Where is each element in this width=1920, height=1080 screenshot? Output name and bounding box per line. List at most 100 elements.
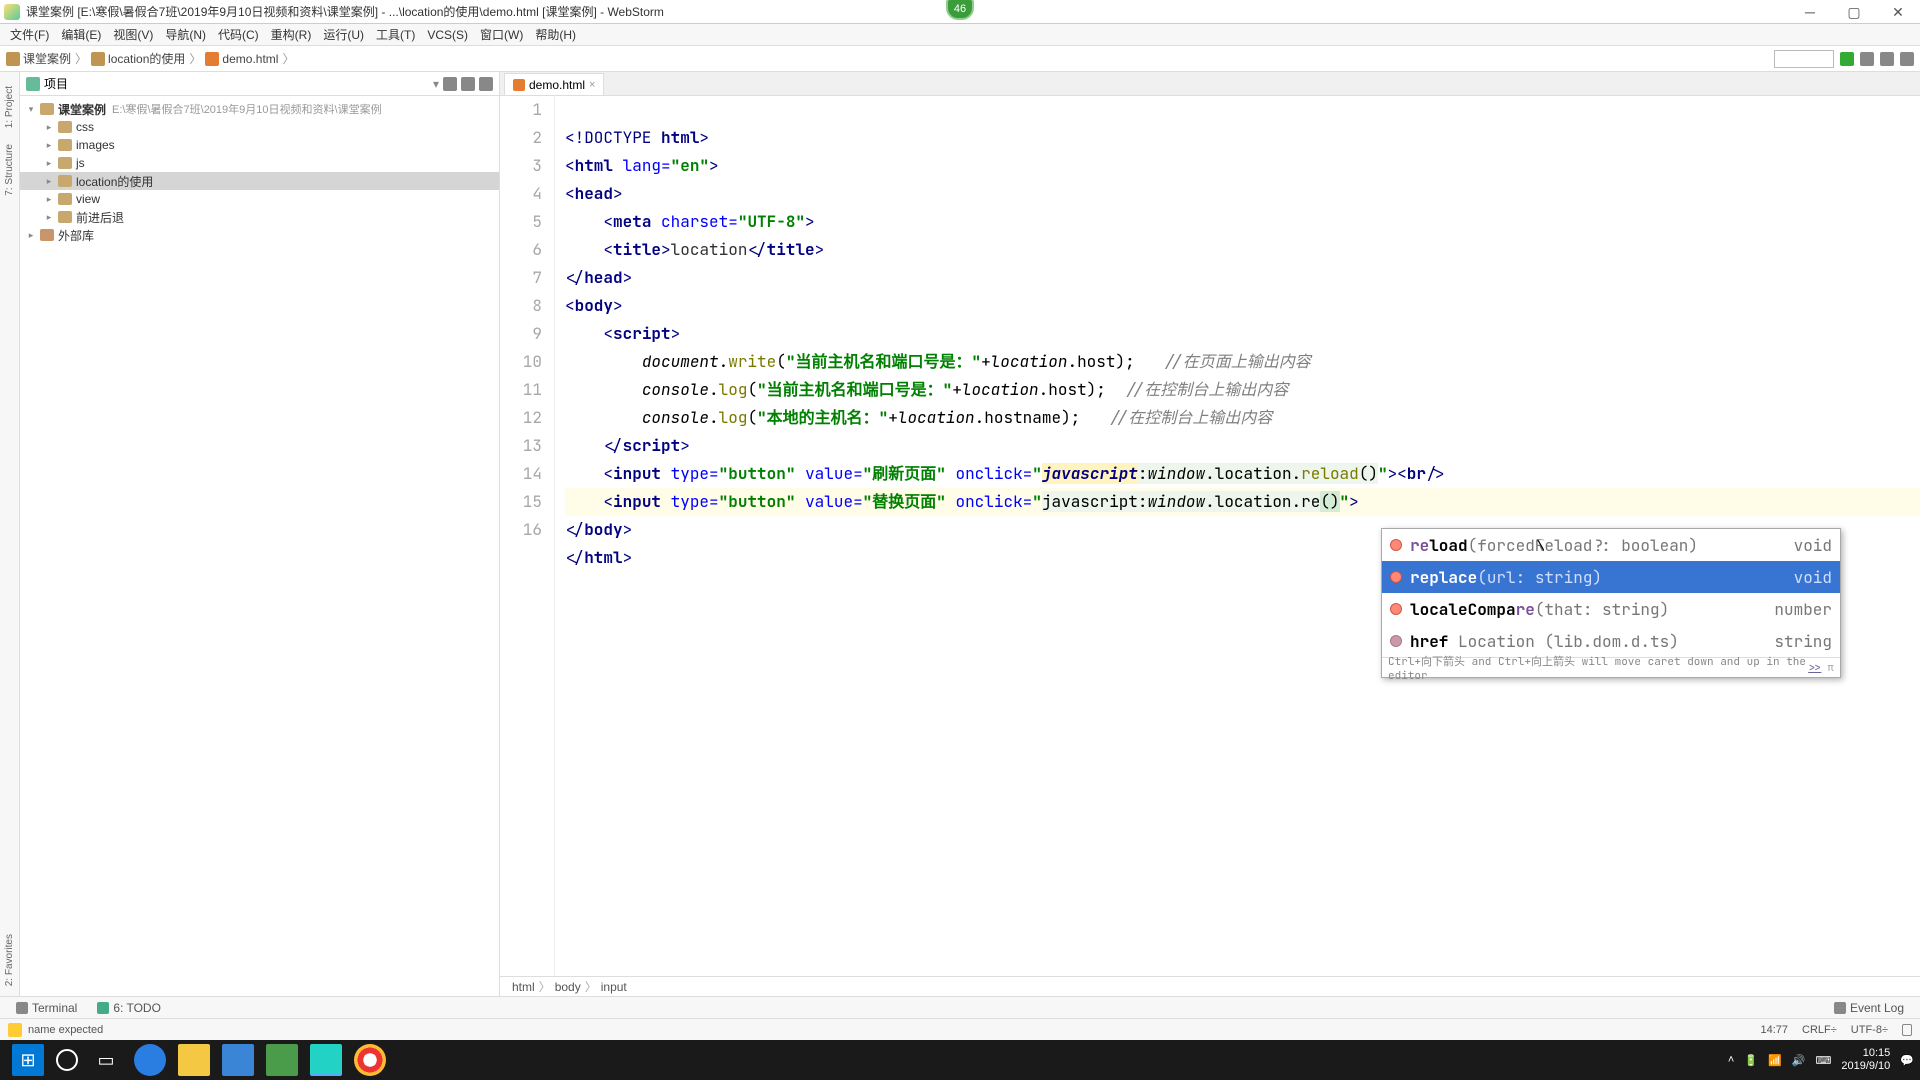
tray-icon[interactable]: 📶	[1768, 1054, 1782, 1067]
tab-event-log[interactable]: Event Log	[1824, 1001, 1914, 1015]
menu-code[interactable]: 代码(C)	[212, 26, 265, 43]
rail-favorites[interactable]: 2: Favorites	[4, 934, 15, 986]
menu-window[interactable]: 窗口(W)	[474, 26, 529, 43]
tree-item[interactable]: ▸images	[20, 136, 499, 154]
tree-item-external[interactable]: ▸外部库	[20, 226, 499, 244]
maximize-button[interactable]: ▢	[1832, 0, 1876, 24]
menu-vcs[interactable]: VCS(S)	[421, 28, 474, 42]
notification-badge[interactable]: 46	[946, 0, 974, 20]
run-icon[interactable]	[1840, 52, 1854, 66]
terminal-icon	[16, 1002, 28, 1014]
search-icon[interactable]	[1900, 52, 1914, 66]
rail-project[interactable]: 1: Project	[4, 86, 15, 128]
action-center-icon[interactable]: 💬	[1900, 1054, 1914, 1067]
editor-tab[interactable]: demo.html ×	[504, 73, 604, 95]
gear-icon[interactable]	[443, 77, 457, 91]
tab-todo[interactable]: 6: TODO	[87, 1001, 171, 1015]
line-gutter: 12345678910111213141516	[500, 96, 555, 976]
tray-chevron-icon[interactable]: ˄	[1728, 1054, 1734, 1066]
run-config-select[interactable]	[1774, 50, 1834, 68]
tree-item[interactable]: ▸前进后退	[20, 208, 499, 226]
html-file-icon	[513, 79, 525, 91]
bottom-tool-tabs: Terminal 6: TODO Event Log	[0, 996, 1920, 1018]
menu-file[interactable]: 文件(F)	[4, 26, 55, 43]
menu-edit[interactable]: 编辑(E)	[55, 26, 107, 43]
tree-item[interactable]: ▸js	[20, 154, 499, 172]
navigation-bar: 课堂案例 〉 location的使用 〉 demo.html 〉	[0, 46, 1920, 72]
menu-refactor[interactable]: 重构(R)	[265, 26, 318, 43]
tree-item[interactable]: ▸css	[20, 118, 499, 136]
window-title: 课堂案例 [E:\寒假\暑假合7班\2019年9月10日视频和资料\课堂案例] …	[26, 3, 664, 20]
rail-structure[interactable]: 7: Structure	[4, 144, 15, 196]
start-button[interactable]: ⊞	[12, 1044, 44, 1076]
completion-item-selected[interactable]: replace(url: string) void	[1382, 561, 1840, 593]
log-icon	[1834, 1002, 1846, 1014]
close-button[interactable]: ✕	[1876, 0, 1920, 24]
status-message: name expected	[28, 1024, 103, 1036]
code-completion-popup[interactable]: reload(forcedReload?: boolean) void repl…	[1381, 528, 1841, 678]
explorer-icon[interactable]	[178, 1044, 210, 1076]
tray-volume-icon[interactable]: 🔊	[1792, 1054, 1806, 1067]
lock-icon[interactable]	[1902, 1024, 1912, 1036]
tray-icon[interactable]: 🔋	[1744, 1054, 1758, 1067]
menu-tools[interactable]: 工具(T)	[370, 26, 421, 43]
method-icon	[1390, 539, 1402, 551]
html-file-icon	[205, 52, 219, 66]
webstorm-taskbar-icon[interactable]	[310, 1044, 342, 1076]
warning-icon[interactable]	[8, 1023, 22, 1037]
todo-icon	[97, 1002, 109, 1014]
crumb[interactable]: html	[512, 980, 535, 994]
project-panel: 项目 ▾ ▾ 课堂案例 E:\寒假\暑假合7班\2019年9月10日视频和资料\…	[20, 72, 500, 996]
windows-taskbar: ⊞ ▭ ˄ 🔋 📶 🔊 ⌨ 10:15 2019/9/10 💬	[0, 1040, 1920, 1080]
tray-ime-icon[interactable]: ⌨	[1815, 1054, 1831, 1067]
task-view-icon[interactable]: ▭	[90, 1044, 122, 1076]
file-encoding[interactable]: UTF-8÷	[1851, 1024, 1888, 1036]
menu-navigate[interactable]: 导航(N)	[159, 26, 212, 43]
menu-run[interactable]: 运行(U)	[317, 26, 370, 43]
status-bar: name expected 14:77 CRLF÷ UTF-8÷	[0, 1018, 1920, 1040]
tab-terminal[interactable]: Terminal	[6, 1001, 87, 1015]
collapse-icon[interactable]	[461, 77, 475, 91]
method-icon	[1390, 603, 1402, 615]
stop-icon[interactable]	[1880, 52, 1894, 66]
breadcrumb-item[interactable]: demo.html	[222, 52, 278, 66]
completion-item[interactable]: reload(forcedReload?: boolean) void	[1382, 529, 1840, 561]
project-panel-title: 项目	[44, 75, 433, 92]
project-tree[interactable]: ▾ 课堂案例 E:\寒假\暑假合7班\2019年9月10日视频和资料\课堂案例 …	[20, 96, 499, 248]
chevron-down-icon[interactable]: ▾	[433, 77, 439, 91]
hide-icon[interactable]	[479, 77, 493, 91]
project-header-icon	[26, 77, 40, 91]
system-clock[interactable]: 10:15 2019/9/10	[1841, 1047, 1890, 1073]
line-separator[interactable]: CRLF÷	[1802, 1024, 1837, 1036]
caret-position[interactable]: 14:77	[1761, 1024, 1789, 1036]
close-tab-icon[interactable]: ×	[589, 79, 595, 91]
edge-icon[interactable]	[134, 1044, 166, 1076]
hint-link[interactable]: >>	[1808, 661, 1821, 675]
app-icon	[4, 4, 20, 20]
tab-filename: demo.html	[529, 78, 585, 92]
window-titlebar: 课堂案例 [E:\寒假\暑假合7班\2019年9月10日视频和资料\课堂案例] …	[0, 0, 1920, 24]
cortana-icon[interactable]	[56, 1049, 78, 1071]
breadcrumb-item[interactable]: 课堂案例	[23, 50, 71, 67]
left-tool-rail: 1: Project 7: Structure 2: Favorites	[0, 72, 20, 996]
app-icon[interactable]	[266, 1044, 298, 1076]
method-icon	[1390, 571, 1402, 583]
tree-item-selected[interactable]: ▸location的使用	[20, 172, 499, 190]
structure-breadcrumb: html〉 body〉 input	[500, 976, 1920, 996]
tree-item[interactable]: ▸view	[20, 190, 499, 208]
menu-view[interactable]: 视图(V)	[107, 26, 159, 43]
minimize-button[interactable]: ─	[1788, 0, 1832, 24]
completion-hint: Ctrl+向下箭头 and Ctrl+向上箭头 will move caret …	[1382, 657, 1840, 677]
app-icon[interactable]	[222, 1044, 254, 1076]
breadcrumb-item[interactable]: location的使用	[108, 50, 185, 67]
menu-help[interactable]: 帮助(H)	[529, 26, 582, 43]
debug-icon[interactable]	[1860, 52, 1874, 66]
chrome-icon[interactable]	[354, 1044, 386, 1076]
menu-bar: 文件(F) 编辑(E) 视图(V) 导航(N) 代码(C) 重构(R) 运行(U…	[0, 24, 1920, 46]
folder-icon	[6, 52, 20, 66]
property-icon	[1390, 635, 1402, 647]
crumb[interactable]: input	[601, 980, 627, 994]
crumb[interactable]: body	[555, 980, 581, 994]
tree-root[interactable]: ▾ 课堂案例 E:\寒假\暑假合7班\2019年9月10日视频和资料\课堂案例	[20, 100, 499, 118]
completion-item[interactable]: localeCompare(that: string) number	[1382, 593, 1840, 625]
